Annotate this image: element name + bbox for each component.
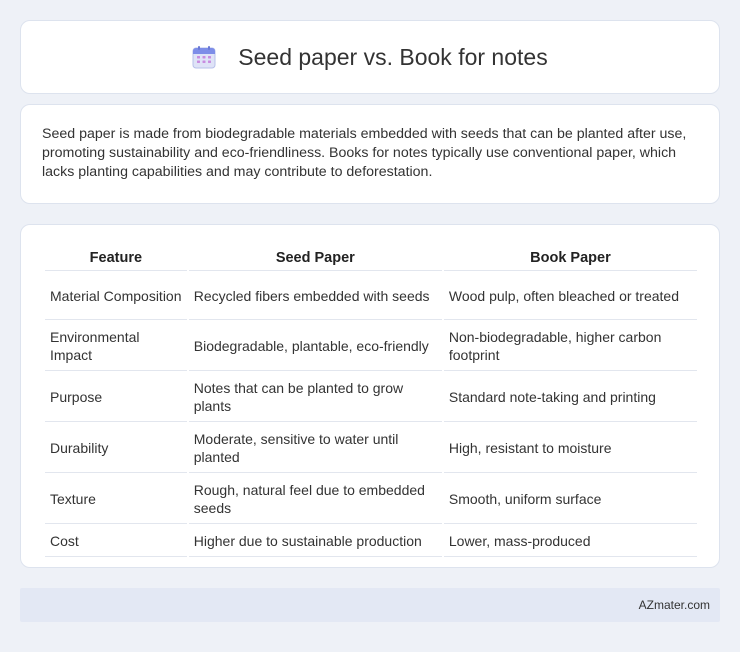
description-text: Seed paper is made from biodegradable ma…	[42, 126, 687, 180]
footer-brand: AZmater.com	[638, 598, 710, 612]
table-cell: Material Composition	[45, 273, 187, 320]
header-seed-paper: Seed Paper	[188, 247, 442, 271]
table-row: Cost Higher due to sustainable productio…	[45, 526, 697, 557]
comparison-table: Feature Seed Paper Book Paper Material C…	[43, 245, 699, 559]
table-cell: Moderate, sensitive to water until plant…	[188, 424, 442, 473]
table-cell: Non-biodegradable, higher carbon footpri…	[443, 322, 697, 371]
page-title: Seed paper vs. Book for notes	[238, 43, 548, 70]
header-feature: Feature	[45, 247, 187, 271]
table-cell: Rough, natural feel due to embedded seed…	[188, 475, 442, 524]
table-row: Material Composition Recycled fibers emb…	[45, 273, 697, 320]
comparison-table-card: Feature Seed Paper Book Paper Material C…	[20, 224, 720, 568]
table-cell: Higher due to sustainable production	[188, 526, 442, 557]
table-row: Environmental Impact Biodegradable, plan…	[45, 322, 697, 371]
table-cell: Cost	[45, 526, 187, 557]
table-cell: Notes that can be planted to grow plants	[188, 373, 442, 422]
description-card: Seed paper is made from biodegradable ma…	[20, 104, 720, 204]
table-cell: Lower, mass-produced	[443, 526, 697, 557]
table-header-row: Feature Seed Paper Book Paper	[45, 247, 697, 271]
table-row: Purpose Notes that can be planted to gro…	[45, 373, 697, 422]
table-cell: Smooth, uniform surface	[443, 475, 697, 524]
table-cell: High, resistant to moisture	[443, 424, 697, 473]
header-book-paper: Book Paper	[443, 247, 697, 271]
calendar-icon	[192, 45, 216, 69]
table-row: Durability Moderate, sensitive to water …	[45, 424, 697, 473]
table-cell: Purpose	[45, 373, 187, 422]
table-row: Texture Rough, natural feel due to embed…	[45, 475, 697, 524]
table-cell: Environmental Impact	[45, 322, 187, 371]
table-cell: Recycled fibers embedded with seeds	[188, 273, 442, 320]
table-cell: Standard note-taking and printing	[443, 373, 697, 422]
table-cell: Wood pulp, often bleached or treated	[443, 273, 697, 320]
table-cell: Durability	[45, 424, 187, 473]
footer: AZmater.com	[20, 588, 720, 622]
table-cell: Texture	[45, 475, 187, 524]
title-card: Seed paper vs. Book for notes	[20, 20, 720, 94]
table-cell: Biodegradable, plantable, eco-friendly	[188, 322, 442, 371]
